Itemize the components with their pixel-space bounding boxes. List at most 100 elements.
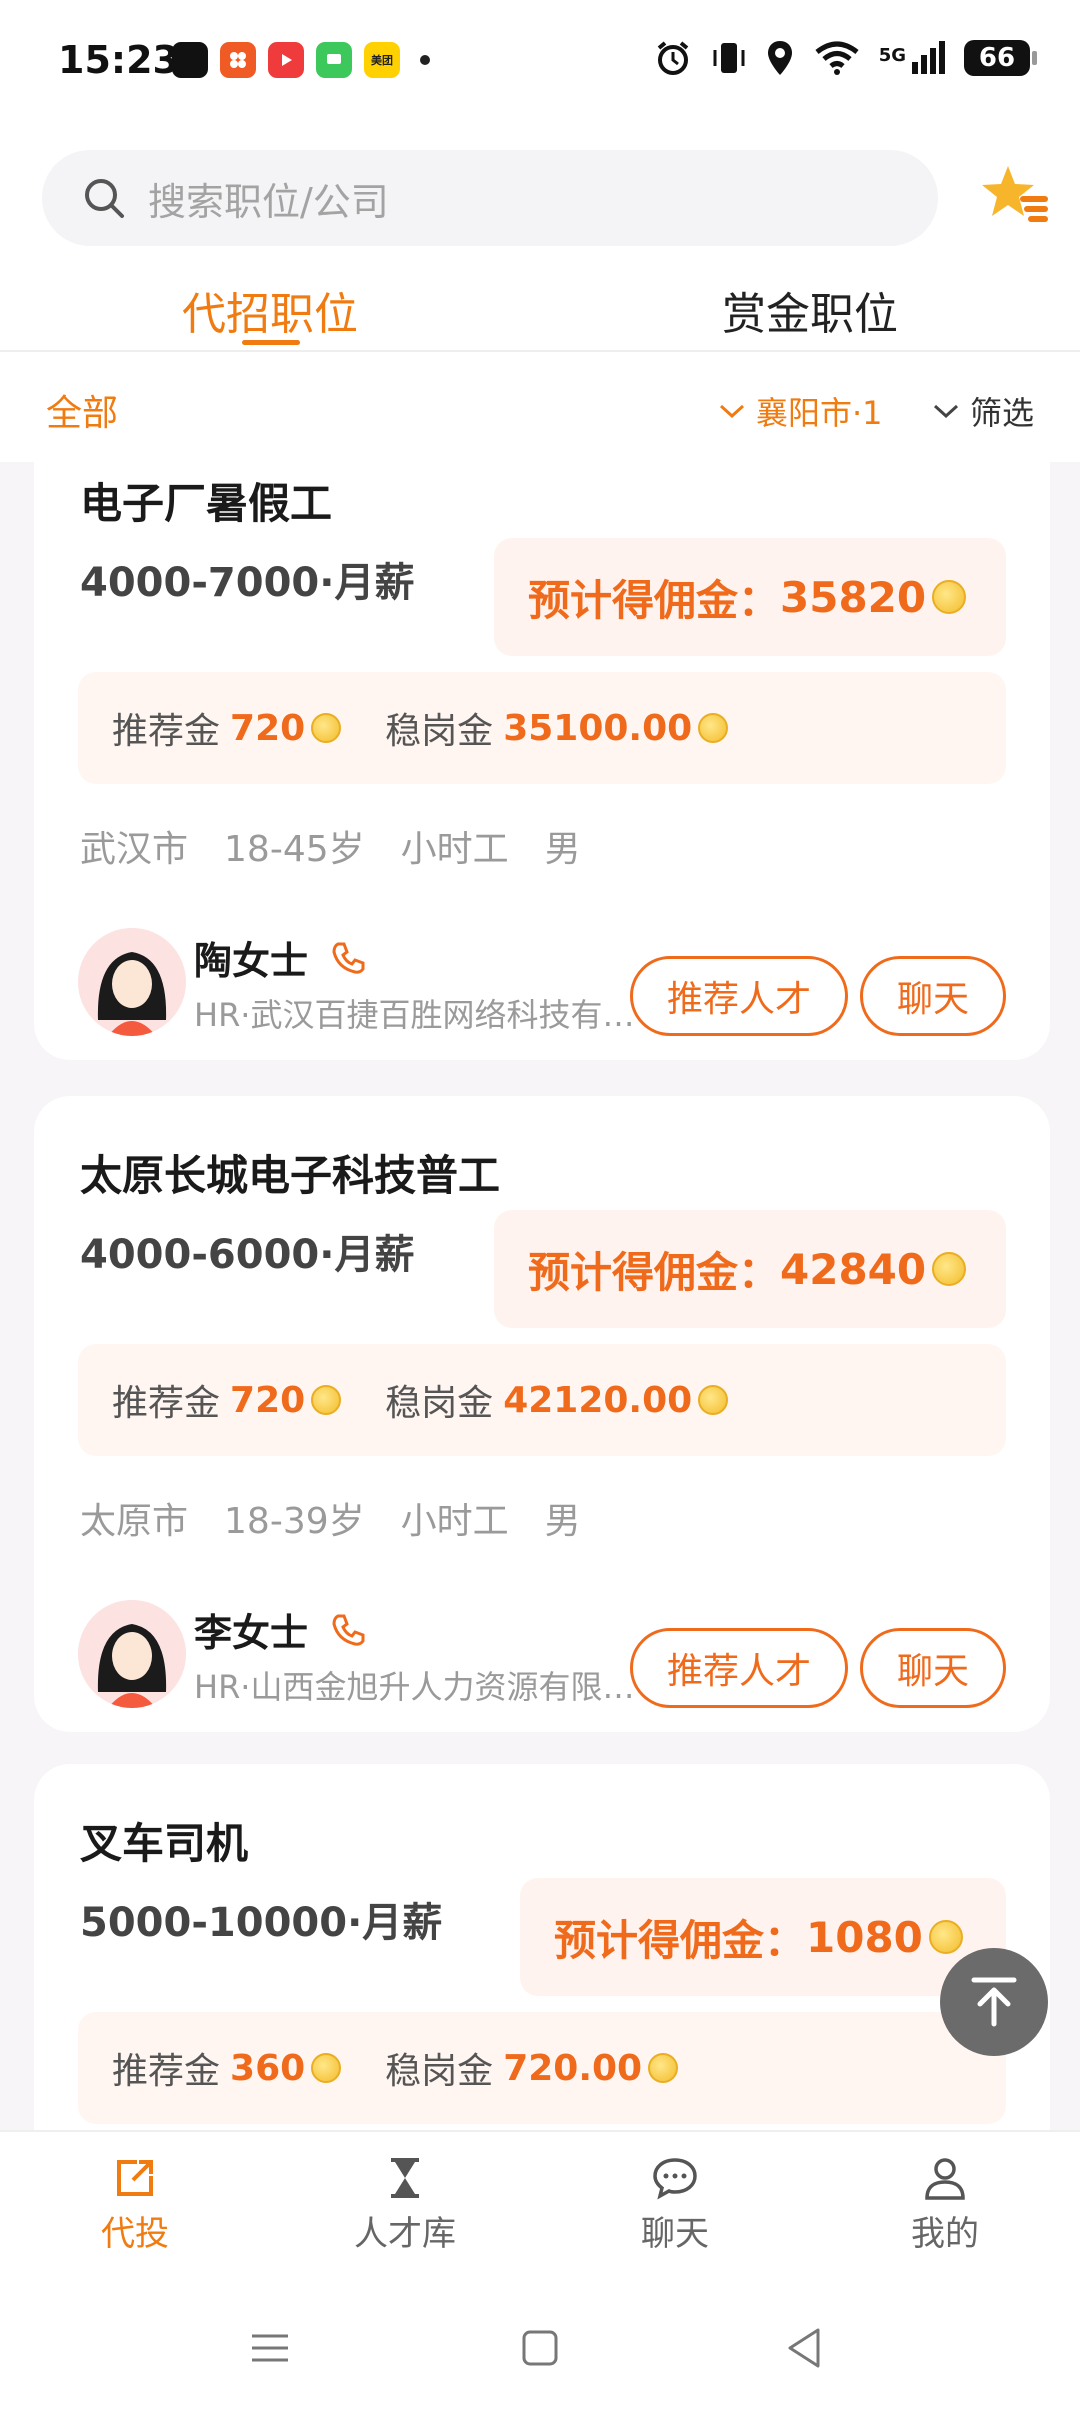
job-card[interactable]: 叉车司机 5000-10000·月薪 预计得佣金： 1080 推荐金 360 稳… — [34, 1764, 1050, 2130]
share-icon — [117, 2160, 153, 2196]
app-icon-black — [172, 42, 208, 78]
search-icon — [85, 179, 124, 218]
referral-label: 推荐金 — [112, 2051, 221, 2092]
referral-label: 推荐金 — [112, 711, 221, 752]
chat-button[interactable]: 聊天 — [860, 1628, 1006, 1708]
back-triangle-icon[interactable] — [784, 2326, 824, 2370]
job-salary: 4000-7000·月薪 — [80, 560, 415, 606]
job-list[interactable]: 电子厂暑假工 4000-7000·月薪 预计得佣金： 35820 推荐金 720… — [0, 462, 1080, 2130]
job-title: 太原长城电子科技普工 — [80, 1151, 501, 1200]
city-filter-label: 襄阳市·1 — [756, 394, 883, 432]
chat-bubble-icon — [653, 2158, 697, 2200]
job-title: 电子厂暑假工 — [80, 479, 333, 528]
hr-company: HR·武汉百捷百胜网络科技有限公司 — [194, 996, 636, 1034]
recommend-talent-button[interactable]: 推荐人才 — [630, 956, 848, 1036]
retention-label: 稳岗金 — [385, 711, 494, 752]
filter-bar: 全部 襄阳市·1 筛选 — [0, 352, 1080, 462]
battery-indicator: 66 — [964, 40, 1037, 76]
search-input[interactable]: 搜索职位/公司 — [42, 150, 938, 246]
referral-amount: 720 — [230, 707, 306, 749]
job-type-tabs: 代招职位 赏金职位 — [0, 270, 1080, 352]
tag-type: 小时工 — [400, 829, 509, 870]
retention-amount: 42120.00 — [503, 1379, 693, 1421]
menu-icon[interactable] — [250, 2328, 290, 2368]
tag-location: 太原市 — [80, 1501, 189, 1542]
coin-icon — [311, 2053, 342, 2083]
user-icon — [925, 2158, 965, 2200]
job-salary: 5000-10000·月薪 — [80, 1900, 443, 1946]
chevron-down-icon — [933, 404, 959, 419]
nav-label: 代投 — [101, 2214, 169, 2254]
status-indicators: 5G 66 — [653, 38, 1037, 78]
referral-amount: 720 — [230, 1379, 306, 1421]
retention-amount: 35100.00 — [503, 707, 693, 749]
status-time: 15:23 — [58, 38, 179, 82]
wifi-icon — [815, 41, 859, 75]
screen-filter-dropdown[interactable]: 筛选 — [932, 388, 1034, 434]
hr-name: 陶女士 — [194, 939, 309, 983]
nav-item-talent-pool[interactable]: 人才库 — [325, 2154, 485, 2255]
commission-label: 预计得佣金： — [554, 1915, 807, 1965]
coin-icon — [698, 713, 729, 743]
commission-value: 35820 — [780, 572, 927, 622]
job-card[interactable]: 太原长城电子科技普工 4000-6000·月薪 预计得佣金： 42840 推荐金… — [34, 1096, 1050, 1732]
coin-icon — [928, 1920, 963, 1954]
hourglass-icon — [391, 2158, 419, 2198]
app-screen: 15:23 美团 5G 66 搜索职位/公司 代招职位 赏金职位 全部 襄阳市·… — [0, 0, 1080, 2412]
commission-box: 预计得佣金： 35820 — [494, 538, 1006, 656]
vibrate-icon — [713, 43, 745, 73]
signal-icon: 5G — [879, 40, 946, 76]
tag-location: 武汉市 — [80, 829, 189, 870]
retention-label: 稳岗金 — [385, 2051, 494, 2092]
hr-company: HR·山西金旭升人力资源有限公司 — [194, 1668, 636, 1706]
nav-item-chat[interactable]: 聊天 — [595, 2154, 755, 2255]
coin-icon — [698, 1385, 729, 1415]
nav-label: 我的 — [911, 2214, 979, 2254]
nav-item-delivery[interactable]: 代投 — [55, 2154, 215, 2255]
retention-amount: 720.00 — [503, 2047, 643, 2089]
hr-name-row: 李女士 — [194, 1602, 366, 1657]
city-filter-dropdown[interactable]: 襄阳市·1 — [718, 388, 883, 434]
back-to-top-button[interactable] — [940, 1948, 1048, 2056]
hr-name-row: 陶女士 — [194, 930, 366, 985]
job-card[interactable]: 电子厂暑假工 4000-7000·月薪 预计得佣金： 35820 推荐金 720… — [34, 462, 1050, 1060]
coin-icon — [311, 1385, 342, 1415]
tag-type: 小时工 — [400, 1501, 509, 1542]
commission-value: 1080 — [806, 1912, 923, 1962]
commission-label: 预计得佣金： — [528, 575, 781, 625]
bottom-navigation: 代投 人才库 聊天 我的 — [0, 2130, 1080, 2288]
commission-box: 预计得佣金： 1080 — [520, 1878, 1006, 1996]
more-notifications-dot — [420, 55, 430, 65]
alarm-icon — [657, 41, 688, 75]
filter-all[interactable]: 全部 — [46, 384, 118, 436]
favorites-star-button[interactable] — [980, 162, 1050, 232]
tab-agency-jobs[interactable]: 代招职位 — [182, 278, 358, 342]
phone-icon[interactable] — [330, 1612, 366, 1648]
referral-label: 推荐金 — [112, 1383, 221, 1424]
app-icon-red-video — [268, 42, 304, 78]
tag-gender: 男 — [544, 829, 581, 870]
nav-item-mine[interactable]: 我的 — [865, 2154, 1025, 2255]
commission-label: 预计得佣金： — [528, 1247, 781, 1297]
commission-value: 42840 — [780, 1244, 927, 1294]
reward-row: 推荐金 720 稳岗金 42120.00 — [78, 1344, 1006, 1456]
search-placeholder: 搜索职位/公司 — [148, 179, 389, 224]
recommend-talent-button[interactable]: 推荐人才 — [630, 1628, 848, 1708]
job-tags: 太原市 18-39岁 小时工 男 — [80, 1492, 581, 1544]
avatar[interactable] — [78, 928, 186, 1036]
job-title: 叉车司机 — [80, 1819, 249, 1868]
tag-gender: 男 — [544, 1501, 581, 1542]
star-list-icon — [982, 166, 1048, 222]
reward-row: 推荐金 720 稳岗金 35100.00 — [78, 672, 1006, 784]
tab-active-indicator — [242, 340, 300, 345]
hr-name: 李女士 — [194, 1611, 309, 1655]
app-icon-meituan: 美团 — [364, 42, 400, 78]
location-icon — [767, 41, 792, 75]
chat-button[interactable]: 聊天 — [860, 956, 1006, 1036]
phone-icon[interactable] — [330, 940, 366, 976]
chevron-down-icon — [719, 404, 745, 419]
avatar[interactable] — [78, 1600, 186, 1708]
reward-row: 推荐金 360 稳岗金 720.00 — [78, 2012, 1006, 2124]
tab-bounty-jobs[interactable]: 赏金职位 — [722, 278, 898, 342]
home-square-icon[interactable] — [520, 2328, 560, 2368]
